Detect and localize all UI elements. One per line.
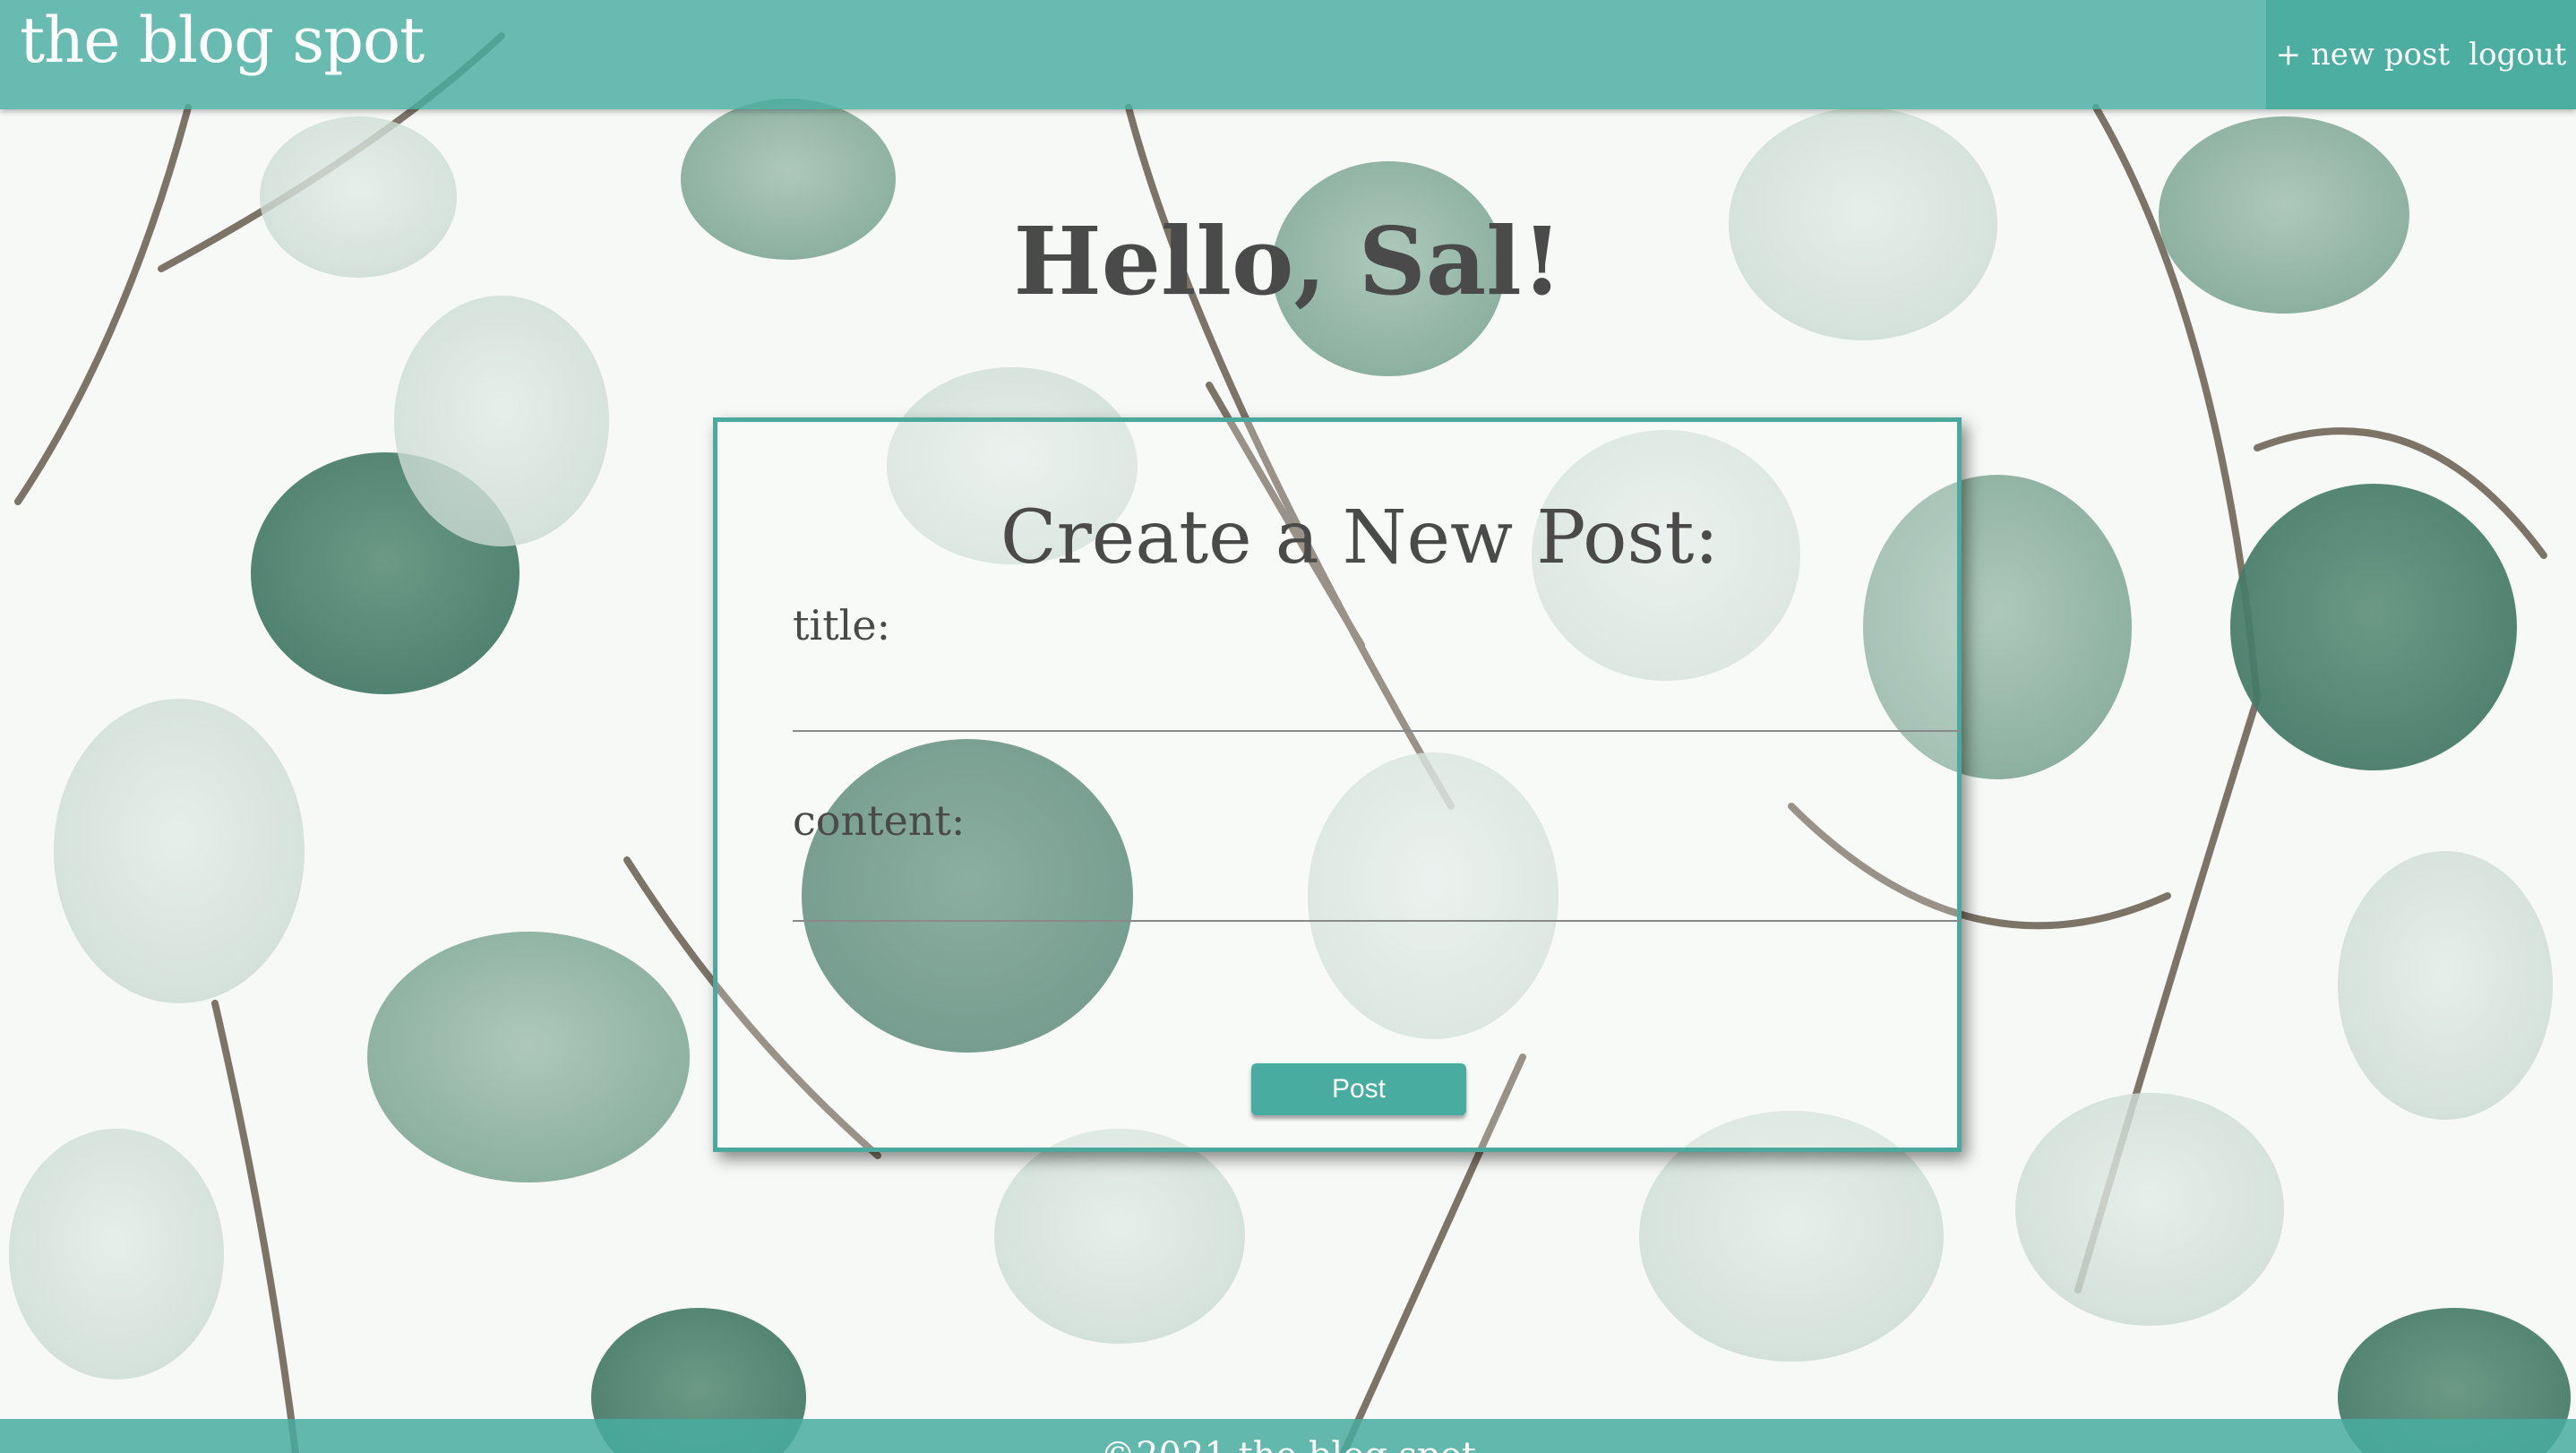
site-footer: ©2021 the blog spot — [0, 1419, 2576, 1453]
greeting-heading: Hello, Sal! — [0, 206, 2576, 316]
greeting-text: Hello, Sal! — [1013, 206, 1563, 316]
site-header: the blog spot + new post logout — [0, 0, 2576, 109]
content-label: content: — [793, 796, 966, 845]
form-title: Create a New Post: — [1000, 495, 1720, 580]
footer-text: ©2021 the blog spot — [1100, 1435, 1476, 1453]
new-post-form: Create a New Post: title: content: Post — [713, 417, 1962, 1152]
title-input[interactable] — [793, 666, 1961, 732]
logout-link[interactable]: logout — [2469, 37, 2566, 73]
title-label: title: — [793, 601, 891, 649]
header-nav: + new post logout — [2266, 0, 2576, 109]
content-input[interactable] — [793, 855, 1961, 922]
post-button[interactable]: Post — [1251, 1063, 1466, 1115]
site-logo-link[interactable]: the blog spot — [20, 4, 425, 77]
new-post-link[interactable]: + new post — [2276, 37, 2451, 73]
